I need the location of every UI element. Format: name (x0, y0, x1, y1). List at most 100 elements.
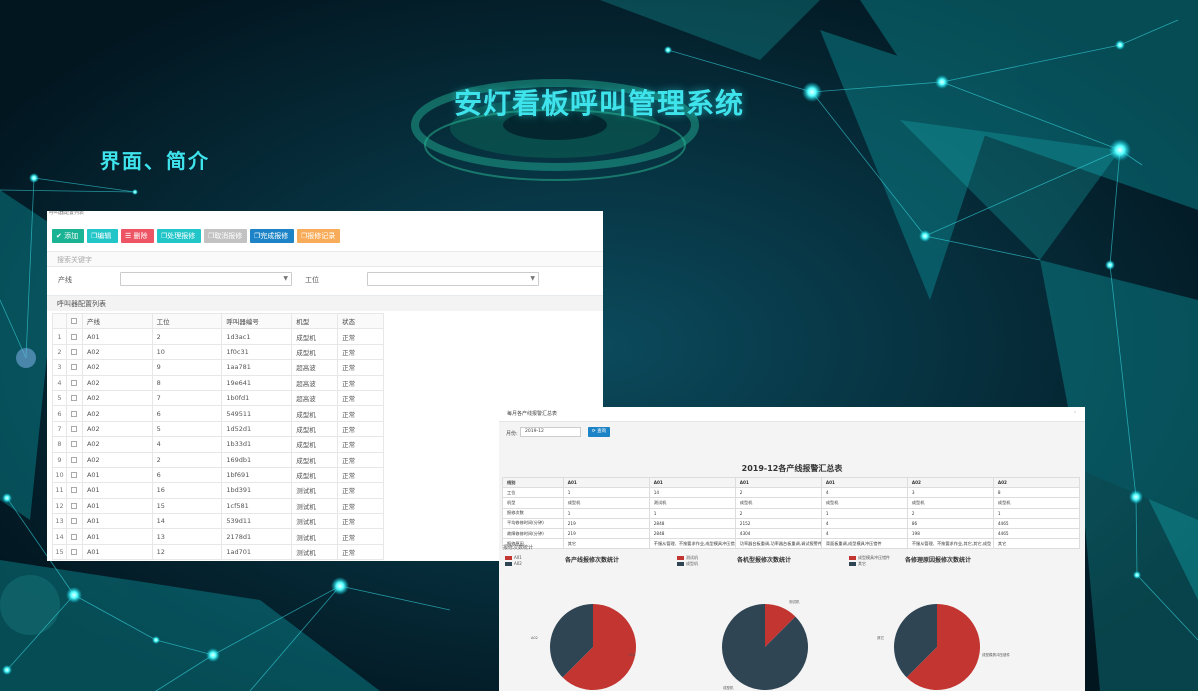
table-row[interactable]: 7 A02 5 1d52d1 成型机 正常 (52, 420, 384, 438)
collapse-icon[interactable]: ⌃ (1073, 407, 1077, 422)
add-button[interactable]: ✔ 添加 (52, 229, 84, 243)
report-cell: 不服从管理、不按要求作业,成型模具冲压错 (648, 538, 736, 550)
table-row[interactable]: 3 A02 9 1aa781 超高波 正常 (52, 359, 384, 376)
legend-swatch (505, 556, 512, 560)
legend-item[interactable]: A01 (505, 555, 522, 560)
row-index: 3 (52, 359, 67, 376)
select-all-header[interactable] (65, 312, 83, 330)
legend-item[interactable]: 成型机 (677, 561, 698, 567)
table-cell: 6 (151, 405, 223, 422)
column-header[interactable]: 产线 (81, 312, 153, 330)
checkbox[interactable] (70, 472, 77, 479)
report-cell: 成型机 (906, 497, 994, 509)
table-row[interactable]: 11 A01 16 1bd391 测试机 正常 (52, 482, 384, 499)
repair-log-button[interactable]: ❐报修记录 (297, 229, 340, 243)
checkbox[interactable] (70, 318, 77, 325)
report-cell: 成型机 (734, 497, 822, 509)
table-row[interactable]: 12 A01 15 1cf581 测试机 正常 (52, 497, 384, 515)
legend-item[interactable]: A02 (505, 561, 522, 566)
report-cell: A02 (992, 476, 1081, 489)
legend-item[interactable]: 其它 (849, 561, 866, 567)
table-row[interactable]: 6 A02 6 549511 成型机 正常 (52, 405, 384, 422)
row-index: 8 (52, 436, 67, 453)
check-icon: ✔ (56, 232, 65, 240)
table-row[interactable]: 9 A02 2 169db1 成型机 正常 (52, 451, 384, 468)
checkbox[interactable] (70, 441, 77, 448)
line-select[interactable]: ▼ (120, 272, 292, 286)
row-select-cell[interactable] (65, 389, 83, 407)
month-input[interactable]: 2019-12 (520, 427, 581, 437)
table-row[interactable]: 14 A01 13 2178d1 测试机 正常 (52, 528, 384, 545)
report-cell: 成型机 (562, 497, 650, 509)
table-row[interactable]: 15 A01 12 1ad701 测试机 正常 (52, 543, 384, 561)
table-row[interactable]: 5 A02 7 1b0fd1 超高波 正常 (52, 389, 384, 407)
report-cell: 14 (648, 487, 736, 499)
checkbox[interactable] (70, 364, 77, 371)
table-cell: 正常 (337, 482, 384, 499)
row-select-cell[interactable] (65, 528, 83, 545)
row-select-cell[interactable] (65, 343, 83, 361)
checkbox[interactable] (70, 333, 77, 340)
search-keyword-bar[interactable]: 搜索关键字 (47, 251, 603, 267)
row-select-cell[interactable] (65, 466, 83, 484)
table-row[interactable]: 10 A01 6 1bf691 成型机 正常 (52, 466, 384, 484)
report-cell: 219 (562, 527, 650, 540)
table-cell: 1d52d1 (221, 420, 293, 438)
column-header[interactable]: 工位 (151, 312, 223, 330)
checkbox[interactable] (70, 533, 77, 540)
station-select[interactable]: ▼ (367, 272, 539, 286)
checkbox[interactable] (70, 395, 77, 402)
row-select-cell[interactable] (65, 482, 83, 499)
column-header[interactable]: 机型 (291, 312, 339, 330)
table-row[interactable]: 13 A01 14 539d11 测试机 正常 (52, 513, 384, 530)
process-repair-button[interactable]: ❐处理报修 (157, 229, 201, 243)
report-cell: 故障修修时间(分钟) (502, 527, 564, 540)
edit-button[interactable]: ❐编辑 (87, 229, 118, 243)
table-cell: 超高波 (291, 359, 339, 376)
table-cell: 成型机 (291, 466, 339, 484)
column-header[interactable]: 呼叫器编号 (221, 312, 293, 330)
complete-repair-button[interactable]: ❐完成报修 (250, 229, 294, 243)
row-select-cell[interactable] (65, 513, 83, 530)
table-row[interactable]: 4 A02 8 19e641 超高波 正常 (52, 374, 384, 391)
row-select-cell[interactable] (65, 497, 83, 515)
table-cell: A01 (81, 543, 153, 561)
row-select-cell[interactable] (65, 374, 83, 391)
checkbox[interactable] (70, 502, 77, 509)
row-select-cell[interactable] (65, 436, 83, 453)
report-cell: 测试机 (648, 497, 736, 509)
row-select-cell[interactable] (65, 420, 83, 438)
report-cell: 4 (820, 527, 908, 540)
report-row: 报修次数 1 1 2 1 2 1 (502, 507, 1081, 519)
checkbox[interactable] (70, 549, 77, 556)
report-cell: 机型 (502, 497, 564, 509)
table-cell: 测试机 (291, 513, 339, 530)
checkbox[interactable] (70, 425, 77, 432)
table-cell: 7 (151, 389, 223, 407)
row-select-cell[interactable] (65, 328, 83, 345)
checkbox[interactable] (70, 379, 77, 386)
query-button[interactable]: ⟳ 查询 (588, 427, 610, 437)
table-row[interactable]: 1 A01 2 1d3ac1 成型机 正常 (52, 328, 384, 345)
row-select-cell[interactable] (65, 451, 83, 468)
window-caption: 每月各产线报警汇总表 ⌃ (499, 407, 1085, 422)
delete-button[interactable]: ☰ 删除 (121, 229, 154, 243)
chevron-down-icon: ▼ (283, 275, 288, 282)
checkbox[interactable] (70, 487, 77, 494)
row-select-cell[interactable] (65, 359, 83, 376)
table-cell: 正常 (337, 513, 384, 530)
row-select-cell[interactable] (65, 405, 83, 422)
checkbox[interactable] (70, 518, 77, 525)
table-cell: 539d11 (221, 513, 293, 530)
checkbox[interactable] (70, 348, 77, 355)
column-header[interactable]: 状态 (337, 312, 384, 330)
checkbox[interactable] (70, 456, 77, 463)
table-cell: 169db1 (221, 451, 293, 468)
cancel-repair-button[interactable]: ❐取消报修 (204, 229, 247, 243)
table-cell: 成型机 (291, 436, 339, 453)
table-row[interactable]: 8 A02 4 1b33d1 成型机 正常 (52, 436, 384, 453)
row-select-cell[interactable] (65, 543, 83, 561)
table-cell: A01 (81, 497, 153, 515)
checkbox[interactable] (70, 410, 77, 417)
table-row[interactable]: 2 A02 10 1f0c31 成型机 正常 (52, 343, 384, 361)
